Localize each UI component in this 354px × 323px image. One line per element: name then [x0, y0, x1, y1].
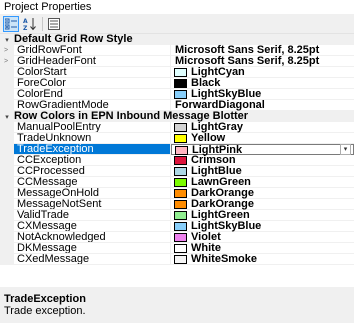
color-swatch: [174, 178, 187, 187]
category-row-colors[interactable]: ▾ Row Colors in EPN Inbound Message Blot…: [0, 111, 354, 122]
property-name[interactable]: ColorStart: [14, 67, 170, 78]
property-row[interactable]: ForeColor Black: [0, 78, 354, 89]
property-row[interactable]: CXMessage LightSkyBlue: [0, 221, 354, 232]
color-swatch: [174, 222, 187, 231]
property-name[interactable]: TradeException: [14, 144, 170, 155]
property-name[interactable]: DKMessage: [14, 243, 170, 254]
property-name[interactable]: CCMessage: [14, 177, 170, 188]
color-swatch: [174, 255, 187, 264]
property-row[interactable]: MessageNotSent DarkOrange: [0, 199, 354, 210]
collapse-icon[interactable]: ▾: [3, 36, 11, 44]
color-swatch: [174, 79, 187, 88]
dropdown-button[interactable]: ▾: [340, 144, 351, 155]
property-row[interactable]: ColorStart LightCyan: [0, 67, 354, 78]
color-swatch: [174, 244, 187, 253]
property-row-selected[interactable]: TradeException LightPink ▾: [0, 144, 354, 156]
property-name[interactable]: CCException: [14, 155, 170, 166]
svg-text:A: A: [23, 18, 28, 25]
color-swatch: [174, 200, 187, 209]
categorized-button[interactable]: [3, 16, 19, 32]
property-row[interactable]: CCMessage LawnGreen: [0, 177, 354, 188]
property-grid[interactable]: ▾ Default Grid Row Style > GridRowFont M…: [0, 34, 354, 287]
color-swatch: [174, 90, 187, 99]
property-name[interactable]: MessageOnHold: [14, 188, 170, 199]
description-title: TradeException: [4, 293, 86, 305]
categorized-icon: [5, 18, 17, 30]
property-row[interactable]: DKMessage White: [0, 243, 354, 254]
alphabetical-button[interactable]: A Z: [22, 16, 38, 32]
color-swatch: [174, 211, 187, 220]
expand-arrow-icon[interactable]: >: [4, 58, 8, 65]
property-name[interactable]: TradeUnknown: [14, 133, 170, 144]
color-swatch: [175, 146, 188, 155]
color-swatch: [174, 134, 187, 143]
description-text: Trade exception.: [4, 305, 86, 317]
property-row[interactable]: CCException Crimson: [0, 155, 354, 166]
property-pages-icon: [48, 18, 60, 30]
property-row[interactable]: > GridHeaderFont Microsoft Sans Serif, 8…: [0, 56, 354, 67]
chevron-down-icon: ▾: [343, 146, 348, 153]
property-name[interactable]: CCProcessed: [14, 166, 170, 177]
property-name[interactable]: GridHeaderFont: [14, 56, 170, 67]
property-pages-button[interactable]: [46, 16, 62, 32]
property-row[interactable]: TradeUnknown Yellow: [0, 133, 354, 144]
property-name[interactable]: MessageNotSent: [14, 199, 170, 210]
category-label: Default Grid Row Style: [14, 34, 133, 45]
color-swatch: [174, 189, 187, 198]
description-panel: TradeException Trade exception.: [0, 291, 354, 323]
property-value[interactable]: Yellow: [171, 133, 354, 144]
color-swatch: [174, 233, 187, 242]
expand-arrow-icon[interactable]: >: [4, 47, 8, 54]
property-name[interactable]: GridRowFont: [14, 45, 170, 56]
property-name[interactable]: ManualPoolEntry: [14, 122, 170, 133]
color-swatch: [174, 167, 187, 176]
property-row[interactable]: MessageOnHold DarkOrange: [0, 188, 354, 199]
property-row[interactable]: CCProcessed LightBlue: [0, 166, 354, 177]
sort-az-icon: A Z: [23, 18, 36, 31]
property-row[interactable]: CXedMessage WhiteSmoke: [0, 254, 354, 265]
color-swatch: [174, 156, 187, 165]
property-name[interactable]: NotAcknowledged: [14, 232, 170, 243]
toolbar-separator: [42, 17, 43, 31]
property-row[interactable]: NotAcknowledged Violet: [0, 232, 354, 243]
property-name[interactable]: ValidTrade: [14, 210, 170, 221]
property-name[interactable]: ForeColor: [14, 78, 170, 89]
property-name[interactable]: CXMessage: [14, 221, 170, 232]
property-row[interactable]: ManualPoolEntry LightGray: [0, 122, 354, 133]
window-title: Project Properties: [0, 0, 354, 14]
property-value[interactable]: WhiteSmoke: [171, 254, 354, 265]
svg-text:Z: Z: [23, 25, 28, 31]
toolbar: A Z: [0, 14, 354, 34]
property-name[interactable]: CXedMessage: [14, 254, 170, 265]
color-swatch: [174, 68, 187, 77]
collapse-icon[interactable]: ▾: [3, 113, 11, 121]
property-row[interactable]: ValidTrade LightGreen: [0, 210, 354, 221]
color-swatch: [174, 123, 187, 132]
property-name[interactable]: ColorEnd: [14, 89, 170, 100]
